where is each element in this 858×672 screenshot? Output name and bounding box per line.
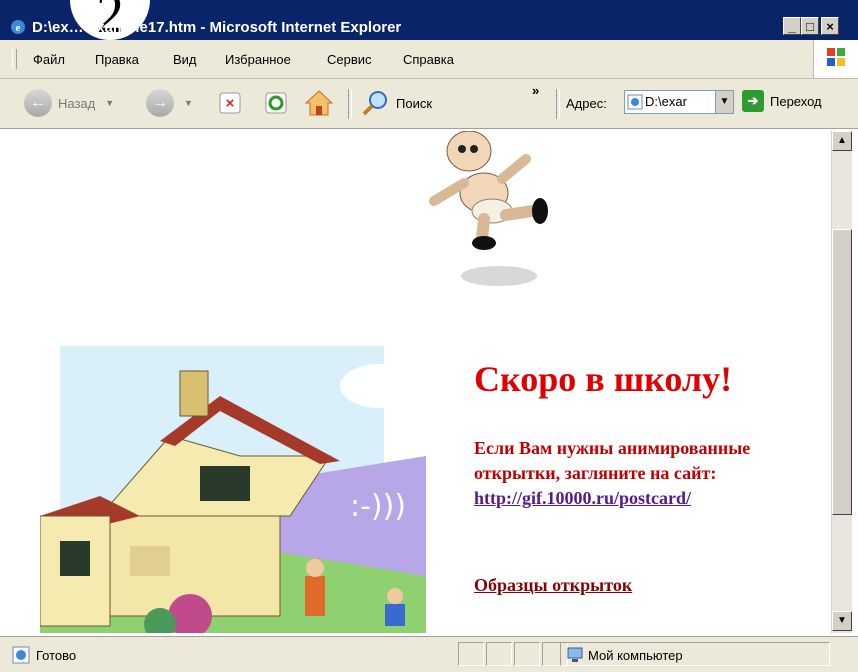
status-bar: Готово Мой компьютер [0, 636, 858, 672]
house-clipart-image: :-))) [40, 346, 426, 633]
postcard-site-link[interactable]: http://gif.10000.ru/postcard/ [474, 488, 691, 508]
stop-icon: × [219, 92, 241, 114]
menu-help[interactable]: Справка [403, 52, 454, 67]
status-page-icon [12, 646, 30, 664]
menu-file[interactable]: Файл [33, 52, 65, 67]
vertical-scrollbar[interactable]: ▲ ▼ [831, 131, 852, 633]
refresh-icon [265, 92, 287, 114]
ie-app-icon: e [11, 20, 25, 34]
search-label: Поиск [396, 95, 433, 111]
home-icon [304, 90, 334, 116]
back-arrow-icon: ← [24, 89, 52, 117]
menu-edit[interactable]: Правка [95, 52, 139, 67]
go-arrow-icon: ➔ [742, 90, 764, 112]
go-label: Переход [770, 93, 822, 109]
menu-view[interactable]: Вид [173, 52, 197, 67]
status-text: Готово [36, 648, 77, 663]
minimize-button[interactable]: _ [783, 17, 801, 35]
address-value: D:\exar [645, 94, 687, 109]
close-button[interactable]: × [821, 17, 839, 35]
back-button[interactable]: ← Назад ▼ [24, 87, 114, 119]
svg-text::-))): :-))) [350, 489, 406, 524]
my-computer-icon [567, 647, 583, 662]
search-icon [362, 91, 387, 116]
address-label: Адрес: [566, 96, 607, 111]
toolbar-chevron-icon[interactable]: » [532, 83, 539, 98]
scroll-thumb[interactable] [832, 229, 852, 515]
page-icon [627, 94, 643, 110]
scroll-up-icon[interactable]: ▲ [832, 131, 852, 151]
svg-text:e: e [16, 22, 21, 34]
toolbar: ← Назад ▼ → ▼ × Поиск » Адрес: D:\exar ▼… [0, 79, 858, 129]
paragraph-text: Если Вам нужны анимированные открытки, з… [474, 438, 751, 483]
zone-text: Мой компьютер [588, 648, 683, 663]
scroll-down-icon[interactable]: ▼ [832, 611, 852, 631]
window-title: D:\ex…\example17.htm - Microsoft Interne… [32, 19, 402, 36]
back-label: Назад [58, 95, 96, 111]
back-dropdown-icon[interactable]: ▼ [105, 98, 114, 108]
menu-grip [12, 49, 17, 69]
go-button[interactable]: ➔ Переход [742, 90, 822, 112]
samples-link[interactable]: Образцы открыток [474, 575, 632, 596]
address-dropdown-icon[interactable]: ▼ [715, 91, 733, 113]
page-heading: Скоро в школу! [474, 359, 733, 399]
maximize-button[interactable]: □ [801, 17, 819, 35]
menu-tools[interactable]: Сервис [327, 52, 372, 67]
jumping-baby-image [429, 131, 548, 286]
menu-bar: Файл Правка Вид Избранное Сервис Справка [0, 40, 858, 79]
refresh-button[interactable] [264, 87, 288, 119]
title-bar: 2 e D:\ex…\example17.htm - Microsoft Int… [0, 0, 858, 45]
forward-arrow-icon: → [146, 89, 174, 117]
forward-dropdown-icon[interactable]: ▼ [184, 98, 193, 108]
home-button[interactable] [304, 87, 334, 119]
svg-text:×: × [226, 95, 235, 112]
stop-button[interactable]: × [218, 87, 242, 119]
page-content: :-))) Скоро в школу! Если Вам нужны аним… [8, 131, 830, 633]
windows-logo-icon [813, 40, 858, 78]
menu-favorites[interactable]: Избранное [225, 52, 291, 67]
forward-button[interactable]: → ▼ [146, 87, 193, 119]
address-input[interactable]: D:\exar ▼ [624, 90, 734, 114]
search-button[interactable]: Поиск [360, 87, 432, 119]
page-paragraph: Если Вам нужны анимированные открытки, з… [474, 436, 804, 511]
